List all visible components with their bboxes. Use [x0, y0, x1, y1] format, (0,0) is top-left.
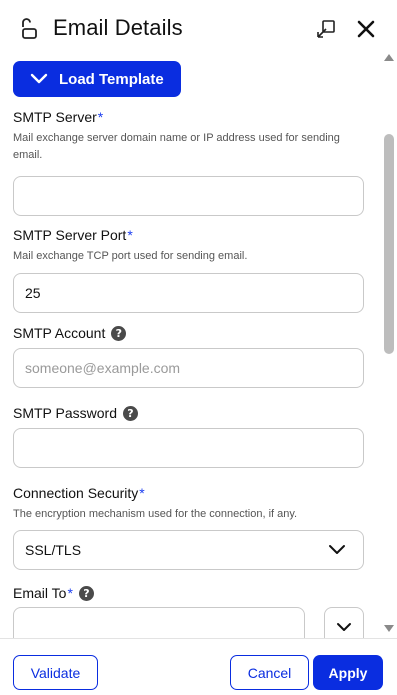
smtp-server-label-text: SMTP Server [13, 109, 97, 125]
help-icon[interactable]: ? [78, 585, 94, 601]
scrollbar[interactable] [382, 50, 395, 638]
connection-security-select[interactable]: SSL/TLS [13, 530, 364, 570]
smtp-server-field: SMTP Server * Mail exchange server domain… [13, 108, 364, 216]
panel-header: Email Details [0, 0, 397, 58]
apply-button[interactable]: Apply [313, 655, 383, 690]
validate-button[interactable]: Validate [13, 655, 98, 690]
email-to-label: Email To *? [13, 584, 364, 602]
smtp-port-label: SMTP Server Port * [13, 226, 364, 244]
required-mark: * [127, 227, 133, 243]
smtp-port-description: Mail exchange TCP port used for sending … [13, 250, 248, 262]
scrollbar-thumb[interactable] [384, 134, 394, 354]
smtp-server-input[interactable] [13, 176, 364, 216]
smtp-server-description: Mail exchange server domain name or IP a… [13, 132, 340, 161]
smtp-password-input[interactable] [13, 428, 364, 468]
connection-security-value: SSL/TLS [25, 542, 82, 558]
panel-footer: Validate Cancel Apply [0, 638, 397, 695]
connection-security-label: Connection Security * [13, 484, 364, 502]
cancel-button[interactable]: Cancel [230, 655, 309, 690]
chevron-down-icon [329, 545, 345, 554]
smtp-account-label-text: SMTP Account [13, 325, 106, 341]
required-mark: * [139, 485, 145, 501]
smtp-password-field: SMTP Password? [13, 404, 364, 468]
smtp-account-input[interactable] [13, 348, 364, 388]
unlock-icon [22, 18, 37, 39]
close-icon[interactable] [355, 18, 377, 40]
smtp-password-label: SMTP Password? [13, 404, 364, 422]
email-to-dropdown-button[interactable] [324, 607, 364, 638]
smtp-account-label: SMTP Account? [13, 324, 364, 342]
load-template-label: Load Template [59, 70, 164, 88]
smtp-account-field: SMTP Account? [13, 324, 364, 388]
required-mark: * [97, 109, 104, 125]
email-to-input[interactable] [13, 607, 305, 638]
chevron-down-icon [337, 623, 351, 631]
email-to-label-text: Email To [13, 585, 67, 601]
load-template-button[interactable]: Load Template [13, 61, 181, 97]
form-content: Load Template SMTP Server * Mail exchange… [0, 58, 380, 638]
smtp-port-input[interactable] [13, 273, 364, 313]
connection-security-field: Connection Security * The encryption mech… [13, 484, 364, 570]
required-mark: * [67, 585, 73, 601]
email-to-field: Email To *? [13, 584, 364, 602]
smtp-server-label: SMTP Server * [13, 108, 364, 126]
popout-icon[interactable] [315, 18, 337, 40]
smtp-port-field: SMTP Server Port * Mail exchange TCP port… [13, 226, 364, 313]
smtp-port-label-text: SMTP Server Port [13, 227, 127, 243]
chevron-down-icon [30, 73, 48, 84]
connection-security-description: The encryption mechanism used for the co… [13, 508, 298, 520]
scroll-down-arrow-icon[interactable] [384, 625, 394, 632]
scroll-up-arrow-icon[interactable] [384, 54, 394, 61]
help-icon[interactable]: ? [123, 405, 138, 421]
connection-security-label-text: Connection Security [13, 485, 139, 501]
help-icon[interactable]: ? [111, 325, 127, 341]
smtp-password-label-text: SMTP Password [13, 405, 117, 421]
panel-title: Email Details [53, 15, 183, 40]
